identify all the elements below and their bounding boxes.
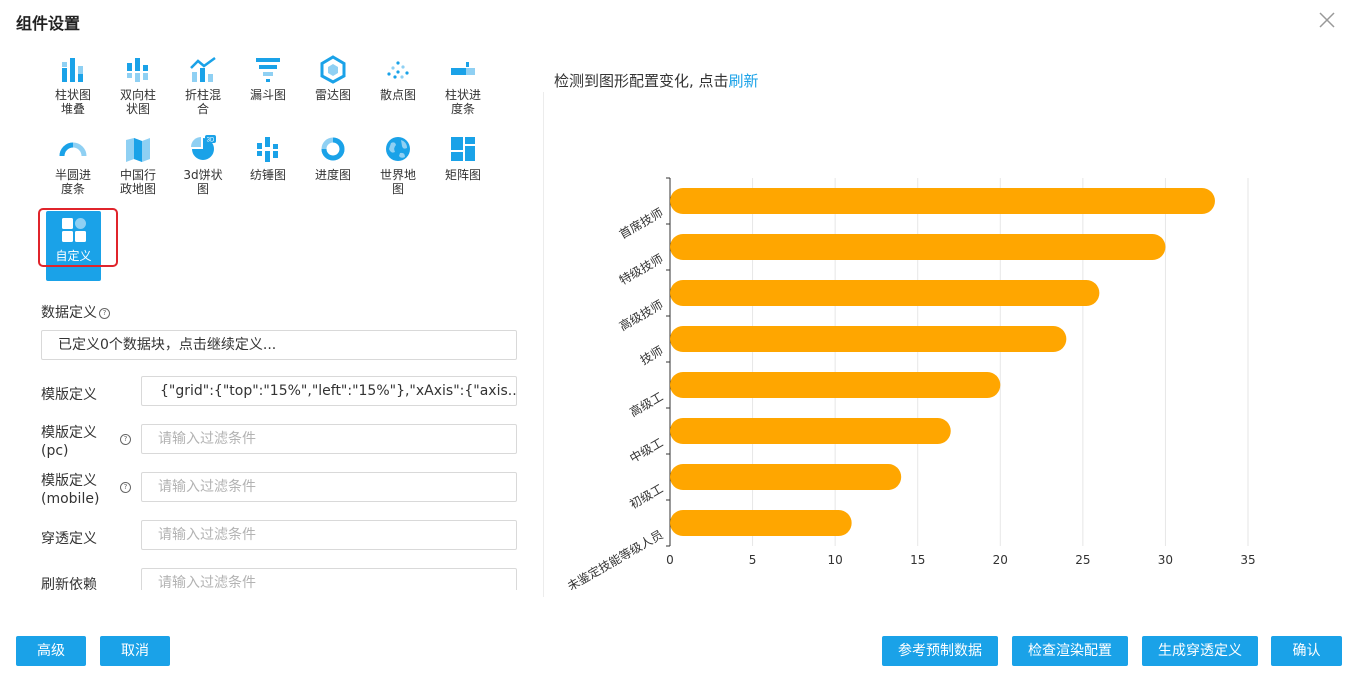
chart-type-pie-3d[interactable]: 3D 3d饼状 图 xyxy=(172,134,234,196)
pie-3d-icon: 3D xyxy=(191,135,216,160)
line-bar-mix-icon xyxy=(190,56,216,82)
chart-type-stacked-bar[interactable]: 柱状图 堆叠 xyxy=(42,54,104,116)
template-label: 模版定义 xyxy=(41,387,97,403)
chart-type-bidirectional-bar[interactable]: 双向柱 状图 xyxy=(107,54,169,116)
chart-type-label: 半圆进 度条 xyxy=(54,168,91,196)
bar-chart: 0 5 10 15 20 25 30 35 首席技师特级技师高级技师技师高级工中级工初级工未鉴定… xyxy=(564,177,1256,590)
chart-type-label: 进度图 xyxy=(314,168,351,182)
chart-type-label: 3d饼状 图 xyxy=(183,168,223,196)
chart-type-label: 柱状进 度条 xyxy=(444,88,481,116)
svg-text:3D: 3D xyxy=(207,138,215,144)
chart-type-label: 中国行 政地图 xyxy=(119,168,156,196)
matrix-icon xyxy=(451,137,475,161)
spindle-icon xyxy=(257,137,278,162)
category-label: 高级技师 xyxy=(616,297,665,334)
chart-type-label: 雷达图 xyxy=(314,88,351,102)
chart-type-line-bar-mix[interactable]: 折柱混 合 xyxy=(172,54,234,116)
template-mobile-input[interactable]: 请输入过滤条件 xyxy=(141,472,517,502)
chart-type-scatter[interactable]: 散点图 xyxy=(367,54,429,102)
chart-type-funnel[interactable]: 漏斗图 xyxy=(237,54,299,102)
category-label: 技师 xyxy=(638,343,666,367)
category-label: 首席技师 xyxy=(616,205,665,242)
dialog-title: 组件设置 xyxy=(16,14,81,33)
reference-data-button[interactable]: 参考预制数据 xyxy=(882,636,998,666)
drill-input[interactable]: 请输入过滤条件 xyxy=(141,520,517,550)
category-label: 特级技师 xyxy=(616,251,665,288)
selection-highlight xyxy=(38,208,118,267)
check-render-button[interactable]: 检查渲染配置 xyxy=(1012,636,1128,666)
chart-type-label: 矩阵图 xyxy=(444,168,481,182)
scatter-icon xyxy=(387,61,409,79)
template-mobile-label: 模版定义 (mobile) xyxy=(41,473,100,507)
x-tick-label: 0 xyxy=(666,553,674,567)
chart-type-label: 双向柱 状图 xyxy=(119,88,156,116)
x-tick-label: 35 xyxy=(1240,553,1255,567)
china-map-icon xyxy=(126,138,150,162)
chart-type-spindle[interactable]: 纺锤图 xyxy=(237,134,299,182)
advanced-button[interactable]: 高级 xyxy=(16,636,86,666)
category-label: 初级工 xyxy=(627,481,665,511)
bar xyxy=(670,188,1215,214)
template-pc-input[interactable]: 请输入过滤条件 xyxy=(141,424,517,454)
chart-type-label: 散点图 xyxy=(379,88,416,102)
bar xyxy=(670,372,1001,398)
category-label: 高级工 xyxy=(627,389,666,420)
bar xyxy=(670,280,1100,306)
data-def-label: 数据定义? xyxy=(41,302,110,322)
x-tick-label: 25 xyxy=(1075,553,1090,567)
refresh-link[interactable]: 刷新 xyxy=(729,72,759,90)
chart-type-matrix[interactable]: 矩阵图 xyxy=(432,134,494,182)
progress-ring-icon xyxy=(321,137,345,161)
data-def-field[interactable]: 已定义0个数据块，点击继续定义... xyxy=(41,330,517,360)
chart-type-progress-ring[interactable]: 进度图 xyxy=(302,134,364,182)
chart-type-radar[interactable]: 雷达图 xyxy=(302,54,364,102)
semicircle-progress-icon xyxy=(59,142,87,157)
chart-type-semicircle-progress[interactable]: 半圆进 度条 xyxy=(42,134,104,196)
drill-label: 穿透定义 xyxy=(41,531,97,547)
template-pc-label: 模版定义 (pc) xyxy=(41,425,97,459)
bar xyxy=(670,464,902,490)
chart-type-bar-progress[interactable]: 柱状进 度条 xyxy=(432,54,494,116)
chart-type-label: 柱状图 堆叠 xyxy=(54,88,91,116)
bar xyxy=(670,510,852,536)
cancel-button[interactable]: 取消 xyxy=(100,636,170,666)
panel-divider xyxy=(543,92,544,597)
chart-type-label: 折柱混 合 xyxy=(184,88,221,116)
help-icon[interactable]: ? xyxy=(120,482,131,493)
chart-type-label: 世界地 图 xyxy=(379,168,416,196)
x-tick-label: 15 xyxy=(910,553,925,567)
bar-progress-icon xyxy=(451,62,475,75)
x-tick-label: 10 xyxy=(828,553,843,567)
chart-type-globe[interactable]: 世界地 图 xyxy=(367,134,429,196)
bar xyxy=(670,234,1166,260)
form-scroll-clip: 刷新依赖 请输入过滤条件 xyxy=(0,566,540,590)
globe-icon xyxy=(386,137,410,161)
radar-icon xyxy=(320,55,346,84)
bidirectional-bar-icon xyxy=(127,58,148,82)
help-icon[interactable]: ? xyxy=(120,434,131,445)
close-icon[interactable] xyxy=(1317,10,1337,30)
category-label: 中级工 xyxy=(627,435,666,466)
bar xyxy=(670,326,1067,352)
chart-type-label: 漏斗图 xyxy=(249,88,286,102)
refresh-dep-label: 刷新依赖 xyxy=(41,577,97,590)
funnel-icon xyxy=(256,58,280,82)
chart-type-label: 纺锤图 xyxy=(249,168,286,182)
x-tick-label: 30 xyxy=(1158,553,1173,567)
stacked-bar-icon xyxy=(62,58,83,82)
x-tick-label: 20 xyxy=(993,553,1008,567)
template-field[interactable]: {"grid":{"top":"15%","left":"15%"},"xAxi… xyxy=(141,376,517,406)
x-tick-label: 5 xyxy=(749,553,757,567)
refresh-dep-input[interactable]: 请输入过滤条件 xyxy=(141,568,517,590)
bar xyxy=(670,418,951,444)
confirm-button[interactable]: 确认 xyxy=(1271,636,1342,666)
generate-drill-button[interactable]: 生成穿透定义 xyxy=(1142,636,1258,666)
category-label: 未鉴定技能等级人员 xyxy=(564,527,665,590)
help-icon[interactable]: ? xyxy=(99,308,110,319)
chart-type-china-map[interactable]: 中国行 政地图 xyxy=(107,134,169,196)
refresh-notice: 检测到图形配置变化, 点击刷新 xyxy=(554,72,759,90)
